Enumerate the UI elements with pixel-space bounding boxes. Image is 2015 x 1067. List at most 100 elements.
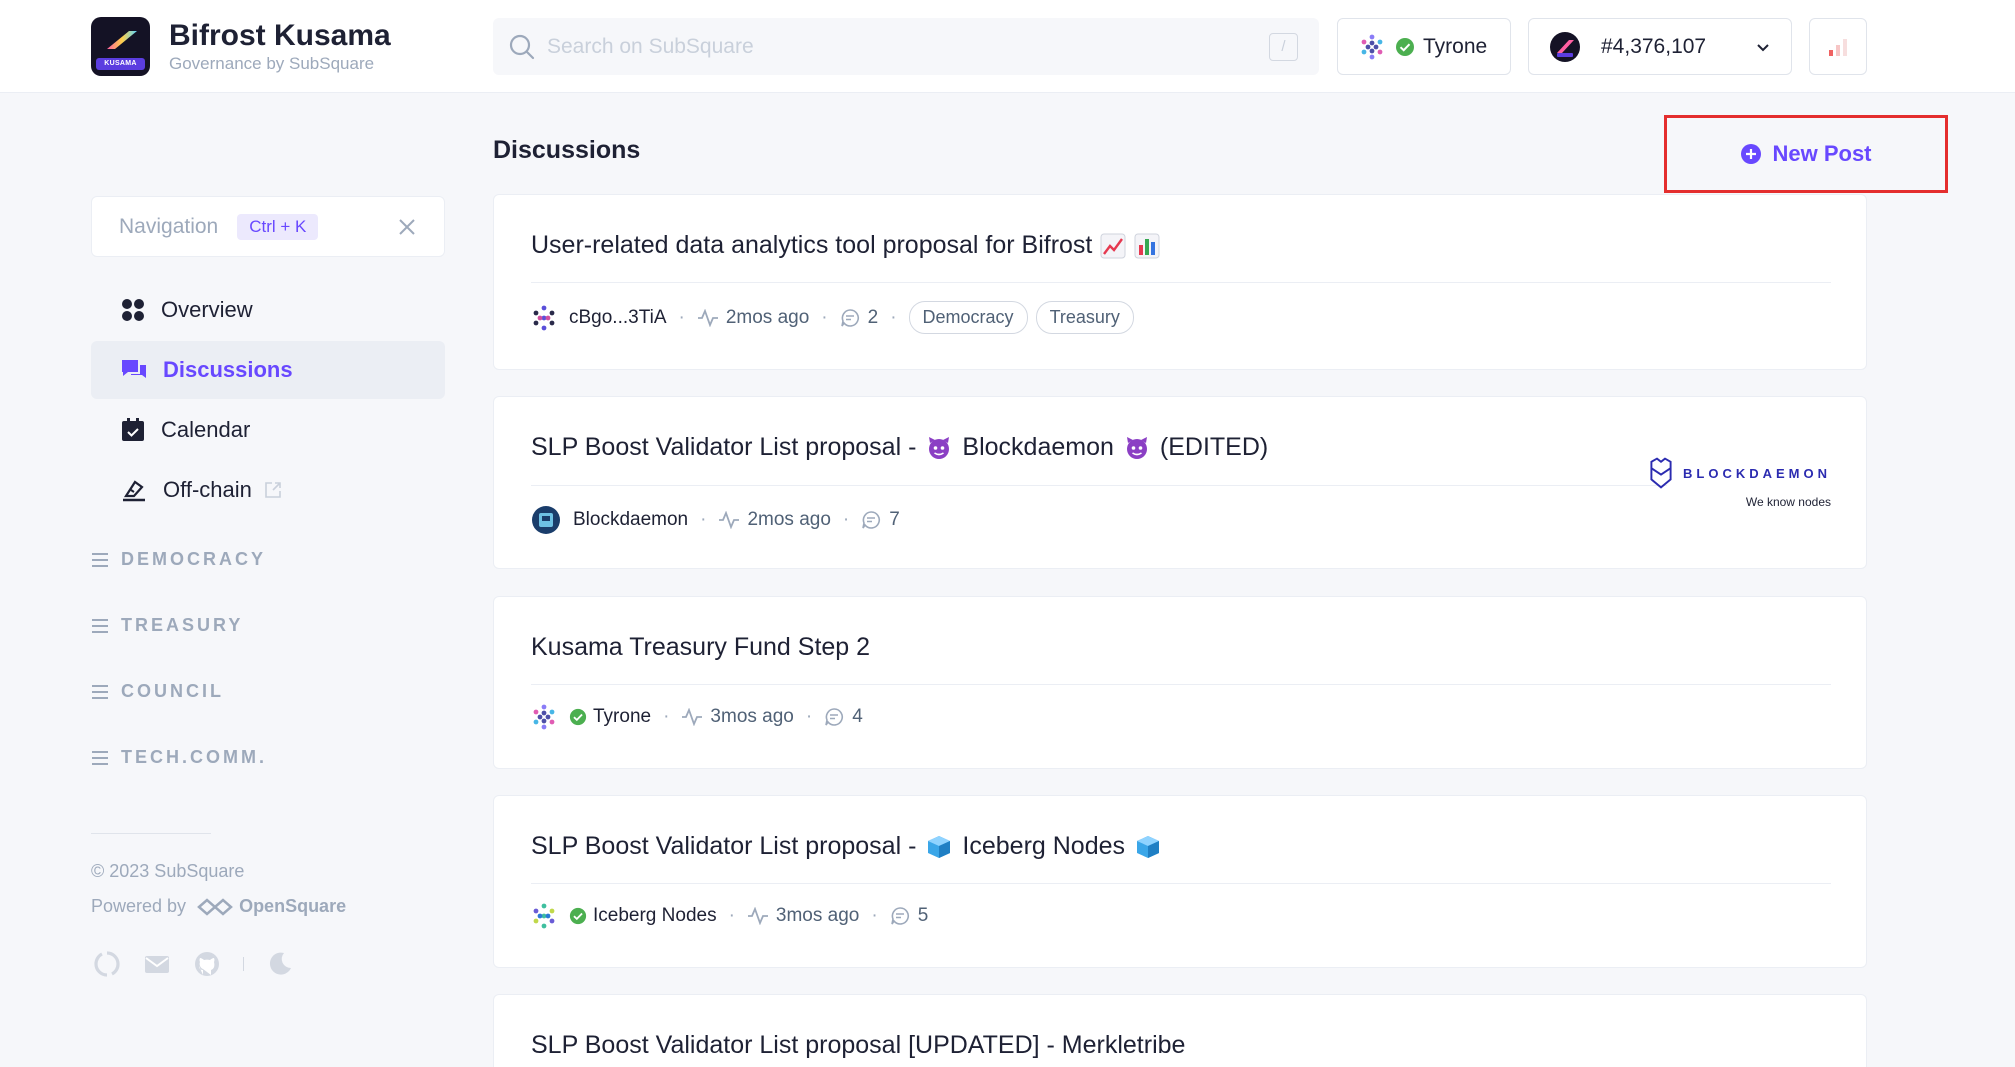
sidebar-item-label: Overview (161, 297, 253, 322)
activity-icon (682, 708, 703, 726)
sidebar-item-overview[interactable]: Overview (91, 281, 445, 339)
github-icon[interactable] (193, 950, 221, 978)
post-time: 3mos ago (710, 706, 794, 727)
page-title: Discussions (493, 136, 641, 164)
tag-treasury[interactable]: Treasury (1035, 301, 1134, 334)
sidebar-section-treasury[interactable]: TREASURY (91, 615, 243, 636)
chart-increasing-emoji-icon (1100, 233, 1126, 259)
sidebar-item-label: Calendar (161, 417, 251, 442)
meta-dot: · (842, 509, 850, 530)
post-meta: cBgo...3TiA · 2mos ago · 2 · Democracy T… (531, 301, 1142, 334)
meta-dot: · (871, 905, 878, 926)
network-logo-icon (1550, 31, 1580, 62)
post-card[interactable]: User-related data analytics tool proposa… (493, 194, 1867, 370)
bifrost-kusama-logo: KUSAMA (91, 17, 150, 76)
meta-dot: · (890, 306, 897, 328)
meta-dot: · (821, 306, 828, 328)
post-card[interactable]: Kusama Treasury Fund Step 2 Tyrone · 3mo… (493, 596, 1867, 769)
comment-icon (825, 708, 844, 726)
search-input[interactable] (547, 18, 1247, 75)
section-label: TECH.COMM. (121, 747, 267, 767)
signal-icon (1829, 38, 1847, 56)
post-card[interactable]: SLP Boost Validator List proposal [UPDAT… (493, 994, 1867, 1067)
node-signal-button[interactable] (1809, 18, 1867, 75)
post-title[interactable]: SLP Boost Validator List proposal [UPDAT… (531, 1031, 1185, 1060)
post-title-prefix: SLP Boost Validator List proposal - (531, 832, 917, 860)
brand-link[interactable]: KUSAMA Bifrost Kusama Governance by SubS… (91, 17, 391, 76)
card-divider (531, 282, 1831, 283)
plus-circle-icon (1741, 144, 1762, 164)
opensquare-link[interactable]: OpenSquare (197, 896, 346, 917)
brand-title: Bifrost Kusama (169, 18, 391, 52)
sidebar-item-calendar[interactable]: Calendar (91, 401, 445, 459)
blockdaemon-banner: BLOCKDAEMON We know nodes (1649, 453, 1831, 509)
post-title[interactable]: Kusama Treasury Fund Step 2 (531, 633, 870, 662)
post-title-suffix: (EDITED) (1159, 433, 1269, 461)
post-title[interactable]: SLP Boost Validator List proposal - Iceb… (531, 832, 1171, 861)
identicon-icon (533, 704, 555, 730)
post-card[interactable]: SLP Boost Validator List proposal - Iceb… (493, 795, 1867, 968)
account-button[interactable]: Tyrone (1337, 18, 1511, 75)
element-chat-icon[interactable] (93, 950, 121, 978)
sidebar-item-label: Discussions (163, 357, 293, 382)
verified-icon (1396, 37, 1414, 56)
post-author[interactable]: Blockdaemon (573, 509, 688, 531)
activity-icon (719, 511, 740, 529)
verified-icon (569, 708, 587, 726)
post-title-mid: Blockdaemon (962, 433, 1114, 461)
account-name: Tyrone (1423, 34, 1488, 58)
search-shortcut-key: / (1269, 33, 1298, 61)
post-title-mid: Iceberg Nodes (962, 832, 1126, 860)
post-meta: Blockdaemon · 2mos ago · 7 (531, 505, 900, 535)
ice-cube-emoji-icon (926, 834, 952, 860)
comment-count: 7 (889, 509, 900, 530)
comment-icon (862, 511, 881, 529)
blockdaemon-logo-icon (1650, 457, 1672, 489)
post-author[interactable]: Tyrone (593, 706, 651, 728)
post-title-text: User-related data analytics tool proposa… (531, 231, 1093, 259)
post-card[interactable]: SLP Boost Validator List proposal - Bloc… (493, 396, 1867, 569)
comment-count: 4 (852, 706, 863, 727)
post-title[interactable]: User-related data analytics tool proposa… (531, 231, 1168, 260)
new-post-button[interactable]: New Post (1740, 141, 1872, 167)
sidebar-section-democracy[interactable]: DEMOCRACY (91, 549, 266, 570)
section-label: COUNCIL (121, 681, 224, 701)
sidebar-section-tech-comm[interactable]: TECH.COMM. (91, 747, 267, 768)
menu-lines-icon (92, 750, 108, 765)
navigation-box[interactable]: Navigation Ctrl + K (91, 196, 445, 257)
banner-subtitle: We know nodes (1745, 495, 1831, 509)
comment-count: 2 (867, 306, 879, 328)
moon-icon[interactable] (266, 950, 294, 978)
ice-cube-emoji-icon (1135, 834, 1161, 860)
navigation-shortcut: Ctrl + K (237, 213, 319, 240)
card-divider (531, 485, 1667, 486)
sidebar-item-off-chain[interactable]: Off-chain (91, 461, 445, 519)
sidebar-item-discussions[interactable]: Discussions (91, 341, 445, 399)
post-title-text: Kusama Treasury Fund Step 2 (531, 633, 871, 661)
new-post-highlight: New Post (1664, 115, 1948, 193)
post-author[interactable]: cBgo...3TiA (569, 307, 667, 329)
comment-icon (890, 907, 909, 925)
search-bar[interactable]: / (493, 18, 1319, 75)
identicon-icon (533, 305, 555, 330)
card-divider (531, 883, 1831, 884)
network-selector[interactable]: #4,376,107 (1528, 18, 1792, 75)
post-title[interactable]: SLP Boost Validator List proposal - Bloc… (531, 433, 1268, 462)
vote-icon (123, 480, 145, 502)
close-icon[interactable] (396, 216, 418, 238)
bar-chart-emoji-icon (1134, 233, 1160, 259)
post-title-prefix: SLP Boost Validator List proposal - (531, 433, 917, 461)
tag-democracy[interactable]: Democracy (908, 301, 1028, 334)
menu-lines-icon (92, 618, 108, 633)
post-time: 3mos ago (775, 905, 860, 926)
grid-icon (122, 299, 144, 321)
post-author[interactable]: Iceberg Nodes (593, 905, 717, 927)
post-time: 2mos ago (725, 306, 810, 328)
post-meta: Tyrone · 3mos ago · 4 (531, 704, 863, 730)
opensquare-name: OpenSquare (239, 896, 347, 916)
sidebar-section-council[interactable]: COUNCIL (91, 681, 224, 702)
email-icon[interactable] (143, 950, 171, 978)
menu-lines-icon (92, 552, 108, 567)
sidebar-item-label: Off-chain (163, 477, 252, 502)
post-title-text: SLP Boost Validator List proposal [UPDAT… (531, 1031, 1186, 1059)
